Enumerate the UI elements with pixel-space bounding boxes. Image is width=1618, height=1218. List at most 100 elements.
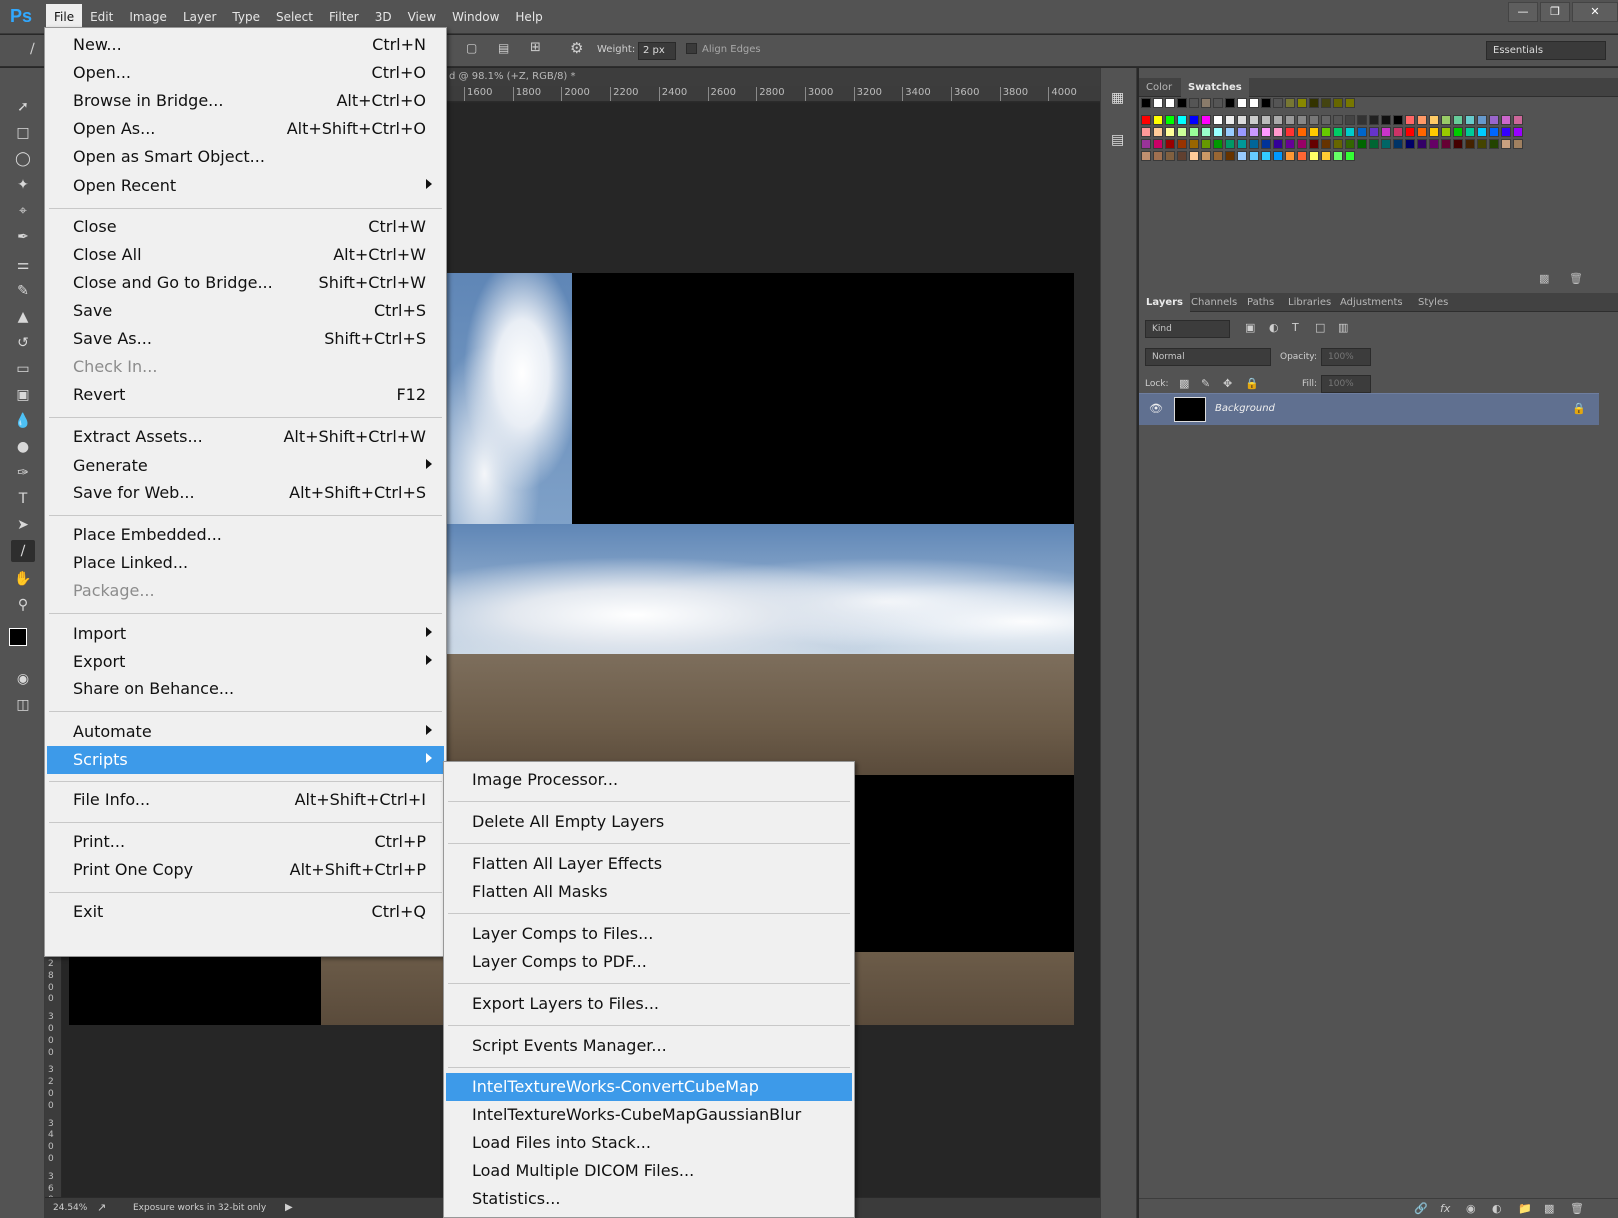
swatch[interactable]	[1333, 151, 1343, 161]
swatch[interactable]	[1153, 139, 1163, 149]
swatch[interactable]	[1369, 127, 1379, 137]
swatch[interactable]	[1213, 127, 1223, 137]
swatch[interactable]	[1429, 139, 1439, 149]
swatch[interactable]	[1405, 127, 1415, 137]
swatch[interactable]	[1189, 98, 1199, 108]
swatch[interactable]	[1261, 115, 1271, 125]
menu-item-layer-comps-to-files[interactable]: Layer Comps to Files...	[446, 920, 852, 948]
menu-item-flatten-all-masks[interactable]: Flatten All Masks	[446, 878, 852, 906]
swatch[interactable]	[1201, 127, 1211, 137]
new-layer-icon[interactable]: ▩	[1544, 1202, 1554, 1215]
link-layers-icon[interactable]: 🔗	[1414, 1202, 1428, 1215]
menu-window[interactable]: Window	[444, 0, 507, 34]
lock-position-icon[interactable]: ✥	[1223, 377, 1232, 390]
swatch[interactable]	[1429, 115, 1439, 125]
menu-item-delete-all-empty-layers[interactable]: Delete All Empty Layers	[446, 808, 852, 836]
swatch[interactable]	[1261, 127, 1271, 137]
healing-brush-tool-icon[interactable]: ⚌	[11, 254, 35, 276]
path-selection-tool-icon[interactable]: ➤	[11, 514, 35, 536]
swatch[interactable]	[1405, 139, 1415, 149]
swatch[interactable]	[1165, 127, 1175, 137]
quick-mask-icon[interactable]: ◉	[11, 668, 35, 690]
swatch[interactable]	[1213, 98, 1223, 108]
status-menu-arrow-icon[interactable]: ▶	[285, 1202, 293, 1213]
magic-wand-tool-icon[interactable]: ✦	[11, 174, 35, 196]
swatch[interactable]	[1393, 127, 1403, 137]
swatch[interactable]	[1261, 139, 1271, 149]
lock-transparent-icon[interactable]: ▩	[1179, 377, 1189, 390]
swatch[interactable]	[1333, 98, 1343, 108]
menu-item-open-as[interactable]: Open As... Alt+Shift+Ctrl+O	[47, 115, 444, 143]
tab-channels[interactable]: Channels	[1184, 293, 1244, 312]
swatch[interactable]	[1417, 139, 1427, 149]
filter-adjustment-icon[interactable]: ◐	[1269, 321, 1279, 334]
layer-filter-kind-select[interactable]: Kind	[1145, 320, 1230, 338]
swatch[interactable]	[1453, 127, 1463, 137]
eraser-tool-icon[interactable]: ▭	[11, 358, 35, 380]
add-mask-icon[interactable]: ◉	[1466, 1202, 1476, 1215]
swatch[interactable]	[1345, 151, 1355, 161]
menu-item-print-one-copy[interactable]: Print One Copy Alt+Shift+Ctrl+P	[47, 856, 444, 884]
swatch[interactable]	[1333, 139, 1343, 149]
swatch[interactable]	[1153, 127, 1163, 137]
menu-item-revert[interactable]: Revert F12	[47, 381, 444, 409]
menu-item-place-linked[interactable]: Place Linked...	[47, 549, 444, 577]
swatch[interactable]	[1201, 115, 1211, 125]
menu-item-layer-comps-to-pdf[interactable]: Layer Comps to PDF...	[446, 948, 852, 976]
menu-help[interactable]: Help	[507, 0, 550, 34]
swatch[interactable]	[1309, 115, 1319, 125]
swatch[interactable]	[1261, 98, 1271, 108]
tab-styles[interactable]: Styles	[1411, 293, 1455, 312]
menu-item-save[interactable]: Save Ctrl+S	[47, 297, 444, 325]
menu-item-scripts[interactable]: Scripts	[47, 746, 444, 774]
menu-item-statistics[interactable]: Statistics...	[446, 1185, 852, 1213]
swatch[interactable]	[1345, 127, 1355, 137]
swatch[interactable]	[1453, 139, 1463, 149]
swatch[interactable]	[1249, 151, 1259, 161]
swatch[interactable]	[1465, 139, 1475, 149]
swatch[interactable]	[1489, 127, 1499, 137]
tab-layers[interactable]: Layers	[1139, 293, 1190, 312]
swatch[interactable]	[1417, 115, 1427, 125]
swatch[interactable]	[1165, 139, 1175, 149]
swatch[interactable]	[1237, 115, 1247, 125]
swatch[interactable]	[1465, 115, 1475, 125]
swatch[interactable]	[1393, 139, 1403, 149]
swatch[interactable]	[1249, 127, 1259, 137]
menu-item-export-layers-to-files[interactable]: Export Layers to Files...	[446, 990, 852, 1018]
swatch[interactable]	[1357, 115, 1367, 125]
swatch[interactable]	[1153, 151, 1163, 161]
menu-item-share-on-behance[interactable]: Share on Behance...	[47, 675, 444, 703]
workspace-select[interactable]: Essentials	[1486, 41, 1606, 60]
swatch[interactable]	[1501, 139, 1511, 149]
swatch[interactable]	[1165, 98, 1175, 108]
swatch[interactable]	[1225, 139, 1235, 149]
export-icon[interactable]: ↗	[97, 1201, 106, 1214]
swatch[interactable]	[1381, 139, 1391, 149]
swatch[interactable]	[1357, 139, 1367, 149]
swatch[interactable]	[1309, 98, 1319, 108]
pen-tool-icon[interactable]: ✑	[11, 462, 35, 484]
adjustments-panel-icon[interactable]: ▤	[1111, 132, 1124, 148]
menu-item-automate[interactable]: Automate	[47, 718, 444, 746]
weight-input[interactable]: 2 px	[638, 42, 676, 60]
swatch[interactable]	[1249, 98, 1259, 108]
menu-item-file-info[interactable]: File Info... Alt+Shift+Ctrl+I	[47, 786, 444, 814]
new-swatch-icon[interactable]: ▩	[1539, 272, 1549, 285]
restore-button[interactable]: ❐	[1540, 2, 1570, 22]
swatch[interactable]	[1501, 127, 1511, 137]
swatch[interactable]	[1273, 139, 1283, 149]
history-brush-tool-icon[interactable]: ↺	[11, 332, 35, 354]
swatch[interactable]	[1465, 127, 1475, 137]
opacity-input[interactable]: 100%	[1321, 348, 1371, 366]
swatch[interactable]	[1477, 115, 1487, 125]
swatch[interactable]	[1453, 115, 1463, 125]
swatch[interactable]	[1153, 115, 1163, 125]
adjustment-layer-icon[interactable]: ◐	[1492, 1202, 1502, 1215]
tab-paths[interactable]: Paths	[1240, 293, 1281, 312]
swatch[interactable]	[1489, 115, 1499, 125]
align-edges-checkbox[interactable]	[686, 43, 697, 54]
lock-all-icon[interactable]: 🔒	[1245, 377, 1259, 390]
swatch[interactable]	[1261, 151, 1271, 161]
swatch[interactable]	[1285, 127, 1295, 137]
